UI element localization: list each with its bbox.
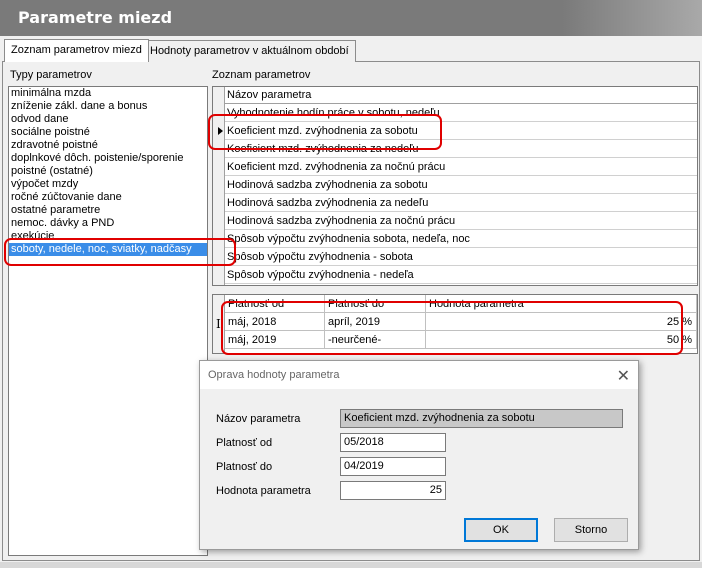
- params-row[interactable]: Spôsob výpočtu zvýhodnenia sobota, nedeľ…: [225, 230, 697, 248]
- params-panel-label: Zoznam parametrov: [212, 69, 310, 81]
- types-list-item[interactable]: ročné zúčtovanie dane: [9, 191, 207, 204]
- dialog-title: Oprava hodnoty parametra: [200, 361, 638, 389]
- current-row-indicator: [215, 122, 223, 140]
- cancel-button[interactable]: Storno: [554, 518, 628, 542]
- valid-to-field[interactable]: 04/2019: [340, 457, 446, 476]
- values-header-value[interactable]: Hodnota parametra: [426, 295, 697, 313]
- params-row[interactable]: Koeficient mzd. zvýhodnenia za nočnú prá…: [225, 158, 697, 176]
- params-panel-label-text: Zoznam parametrov: [212, 69, 311, 81]
- params-row-current[interactable]: Koeficient mzd. zvýhodnenia za sobotu: [225, 122, 697, 140]
- params-row[interactable]: Hodinová sadzba zvýhodnenia za nočnú prá…: [225, 212, 697, 230]
- values-cell-to[interactable]: apríl, 2019: [325, 313, 426, 331]
- types-list-item[interactable]: odvod dane: [9, 113, 207, 126]
- valid-from-field[interactable]: 05/2018: [340, 433, 446, 452]
- types-list-item[interactable]: sociálne poistné: [9, 126, 207, 139]
- params-row[interactable]: Koeficient mzd. zvýhodnenia za nedeľu: [225, 140, 697, 158]
- tab-parameter-values[interactable]: Hodnoty parametrov v aktuálnom období: [143, 40, 356, 62]
- parameter-value-field[interactable]: 25: [340, 481, 446, 500]
- dialog-from-label: Platnosť od: [216, 437, 273, 449]
- values-header-from[interactable]: Platnosť od: [225, 295, 325, 313]
- values-grid[interactable]: I Platnosť od Platnosť do Hodnota parame…: [212, 294, 698, 354]
- types-list-item[interactable]: poistné (ostatné): [9, 165, 207, 178]
- types-list-item[interactable]: nemoc. dávky a PND: [9, 217, 207, 230]
- types-list-item[interactable]: ostatné parametre: [9, 204, 207, 217]
- params-row[interactable]: Hodinová sadzba zvýhodnenia za nedeľu: [225, 194, 697, 212]
- params-row[interactable]: Spôsob výpočtu zvýhodnenia - sobota: [225, 248, 697, 266]
- ok-button[interactable]: OK: [464, 518, 538, 542]
- values-cell-value[interactable]: 25 %: [426, 313, 697, 331]
- types-list-item[interactable]: doplnkové dôch. poistenie/sporenie: [9, 152, 207, 165]
- values-cell-from[interactable]: máj, 2019: [225, 331, 325, 349]
- tab-parameter-list[interactable]: Zoznam parametrov miezd: [4, 39, 149, 62]
- types-list-item[interactable]: výpočet mzdy: [9, 178, 207, 191]
- types-panel-label: Typy parametrov: [10, 69, 92, 81]
- types-panel-label-text: Typy parametrov: [10, 69, 92, 81]
- params-row[interactable]: Hodinová sadzba zvýhodnenia za sobotu: [225, 176, 697, 194]
- current-row-arrow-icon: [218, 127, 223, 135]
- status-bar: [0, 562, 702, 568]
- types-list-item[interactable]: exekúcie: [9, 230, 207, 243]
- params-row[interactable]: Spôsob výpočtu zvýhodnenia - nedeľa: [225, 266, 697, 284]
- values-row-indicator-column: I: [213, 295, 225, 353]
- parameter-name-field: Koeficient mzd. zvýhodnenia za sobotu: [340, 409, 623, 428]
- values-cell-from[interactable]: máj, 2018: [225, 313, 325, 331]
- text-cursor-icon: I: [216, 317, 221, 331]
- window-title: Parametre miezd: [18, 8, 173, 27]
- types-list[interactable]: minimálna mzda zníženie zákl. dane a bon…: [8, 86, 208, 556]
- edit-value-dialog: Oprava hodnoty parametra ✕ Názov paramet…: [199, 360, 639, 550]
- dialog-value-label: Hodnota parametra: [216, 485, 311, 497]
- window-title-bar: Parametre miezd: [0, 0, 702, 36]
- params-grid[interactable]: Názov parametra Vyhodnotenie hodín práce…: [212, 86, 698, 286]
- values-cell-to[interactable]: -neurčené-: [325, 331, 426, 349]
- close-icon[interactable]: ✕: [617, 366, 630, 385]
- dialog-name-label: Názov parametra: [216, 413, 301, 425]
- types-list-item[interactable]: zdravotné poistné: [9, 139, 207, 152]
- values-cell-value[interactable]: 50 %: [426, 331, 697, 349]
- types-list-item[interactable]: minimálna mzda: [9, 87, 207, 100]
- params-row[interactable]: Vyhodnotenie hodín práce v sobotu, nedeľ…: [225, 104, 697, 122]
- dialog-to-label: Platnosť do: [216, 461, 273, 473]
- row-indicator-column: [213, 87, 225, 285]
- values-header-to[interactable]: Platnosť do: [325, 295, 426, 313]
- params-grid-header[interactable]: Názov parametra: [225, 87, 697, 104]
- title-bar-gradient: [562, 0, 702, 36]
- types-list-item[interactable]: zníženie zákl. dane a bonus: [9, 100, 207, 113]
- types-list-item-selected[interactable]: soboty, nedele, noc, sviatky, nadčasy: [9, 243, 207, 256]
